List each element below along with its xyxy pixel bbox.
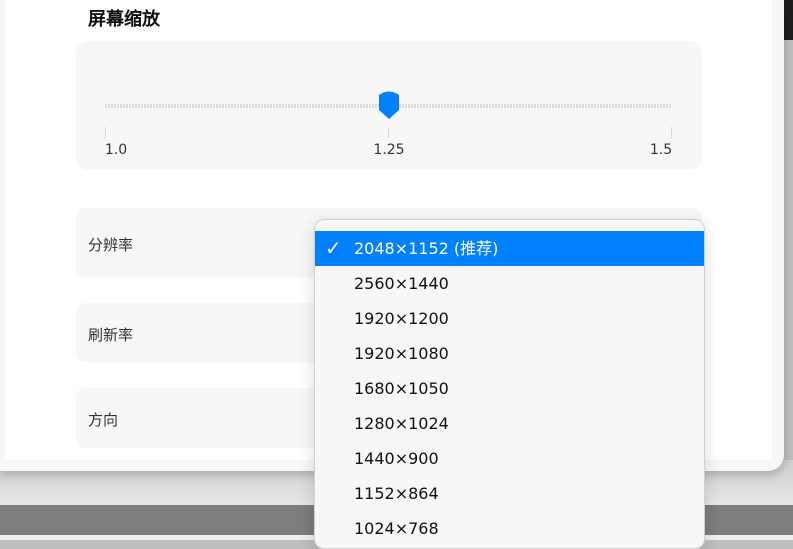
check-icon: ✓ (325, 236, 342, 260)
resolution-option[interactable]: 1024×768 (315, 511, 704, 546)
resolution-option[interactable]: ✓ 2048×1152 (推荐) (315, 231, 704, 266)
resolution-option[interactable]: 1280×1024 (315, 406, 704, 441)
resolution-option[interactable]: 1152×864 (315, 476, 704, 511)
scale-max-label: 1.5 (649, 142, 673, 158)
page-title: 屏幕缩放 (88, 9, 160, 30)
orientation-label: 方向 (88, 411, 119, 429)
scale-min-label: 1.0 (104, 142, 128, 158)
resolution-option[interactable]: 1440×900 (315, 441, 704, 476)
tick-min (105, 127, 106, 138)
tick-max (671, 127, 672, 138)
tick-mid (388, 127, 389, 138)
resolution-option[interactable]: 2560×1440 (315, 266, 704, 301)
resolution-option[interactable]: 1920×1080 (315, 336, 704, 371)
scale-mid-label: 1.25 (373, 142, 405, 158)
refresh-rate-label: 刷新率 (88, 326, 134, 344)
resolution-dropdown: ✓ 2048×1152 (推荐) 2560×1440 1920×1200 1920… (314, 219, 705, 549)
scale-slider-thumb[interactable] (376, 91, 402, 122)
scale-slider-card: 1.0 1.25 1.5 (76, 41, 702, 170)
resolution-option[interactable]: 1920×1200 (315, 301, 704, 336)
background-dark (784, 0, 793, 40)
resolution-option[interactable]: 1680×1050 (315, 371, 704, 406)
option-label: 2048×1152 (推荐) (354, 239, 499, 258)
resolution-label: 分辨率 (88, 236, 134, 254)
